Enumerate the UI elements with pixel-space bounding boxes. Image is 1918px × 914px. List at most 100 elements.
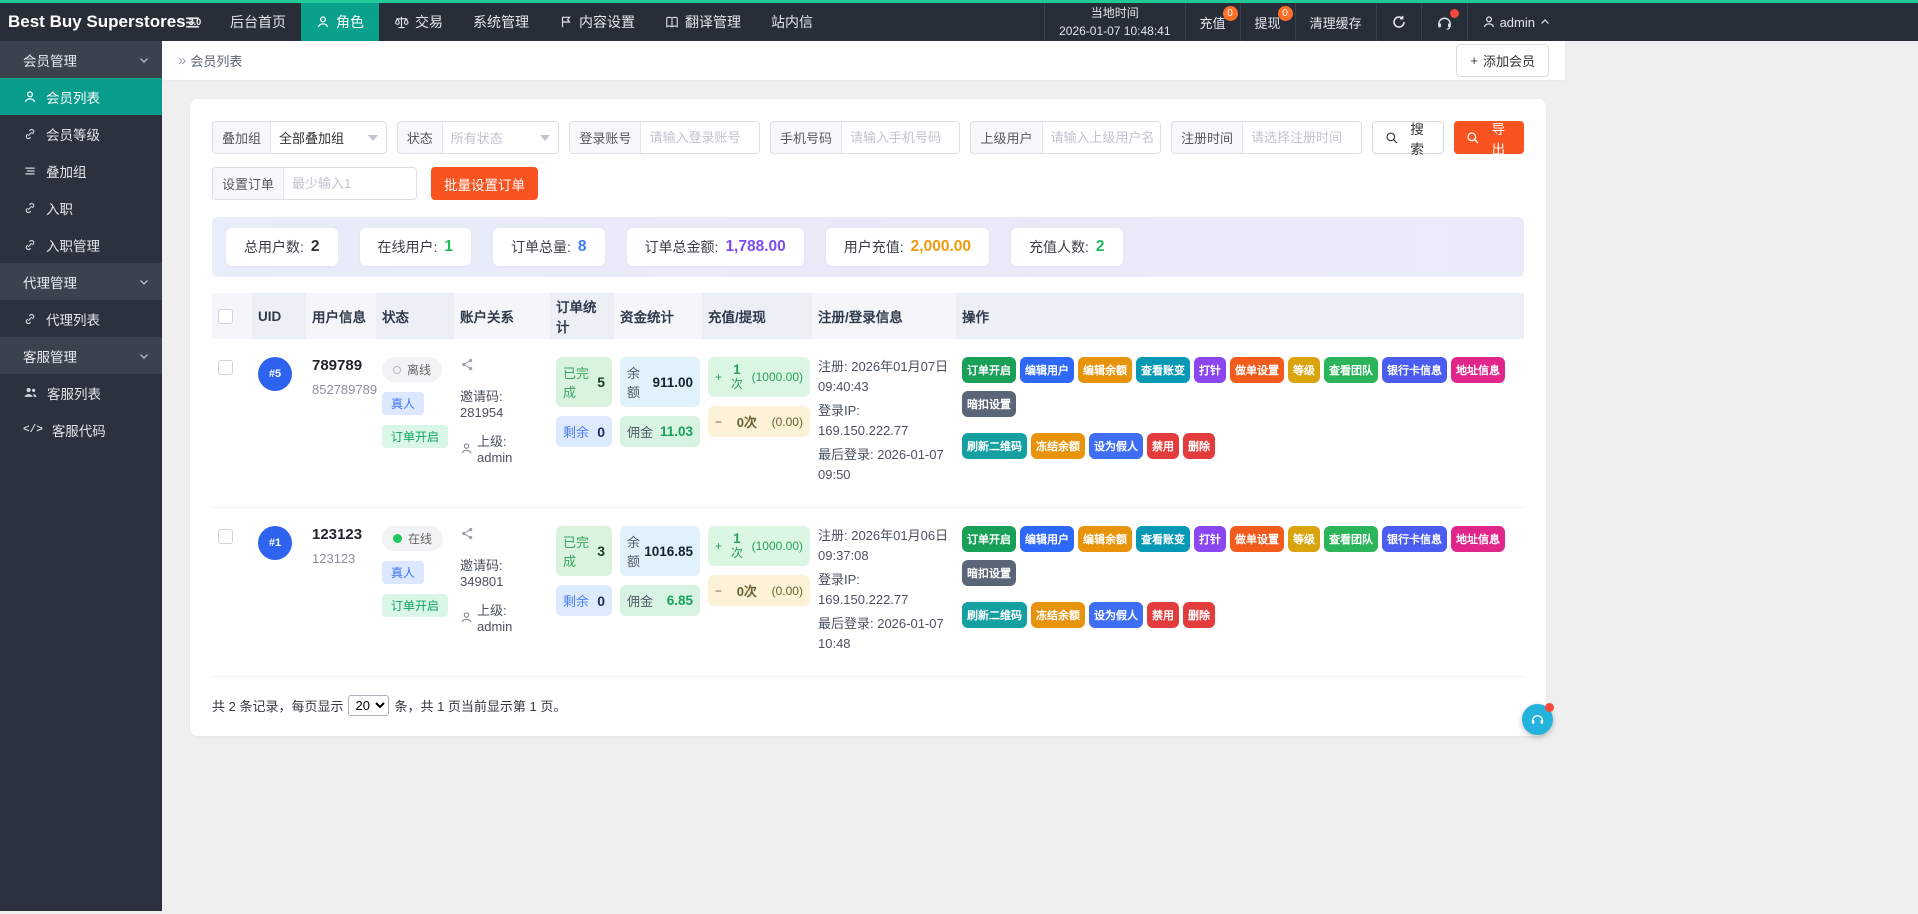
account-input[interactable] xyxy=(641,122,760,153)
withdraw-shortcut[interactable]: 提现 0 xyxy=(1240,3,1295,41)
order-count-input[interactable] xyxy=(284,168,416,199)
nav-item-translate[interactable]: 翻译管理 xyxy=(650,3,756,41)
sidebar-group-agents[interactable]: 代理管理 xyxy=(0,263,162,300)
floating-support-button[interactable] xyxy=(1522,704,1553,735)
add-member-button[interactable]: + 添加会员 xyxy=(1456,44,1549,77)
export-button[interactable]: 导 出 xyxy=(1454,121,1524,154)
sidebar-item-onboarding[interactable]: 入职 xyxy=(0,189,162,226)
row-action-button[interactable]: 地址信息 xyxy=(1451,526,1505,552)
filter-status: 状态 所有状态 xyxy=(397,121,560,154)
time-value: 2026-01-07 10:48:41 xyxy=(1059,22,1170,40)
user-menu[interactable]: admin xyxy=(1467,3,1565,41)
row-action-button[interactable]: 订单开启 xyxy=(962,526,1016,552)
sidebar-group-members[interactable]: 会员管理 xyxy=(0,41,162,78)
notification-dot xyxy=(1450,9,1459,18)
sidebar-item-onboarding-manage[interactable]: 入职管理 xyxy=(0,226,162,263)
row-action-button[interactable]: 暗扣设置 xyxy=(962,560,1016,586)
plus-icon: + xyxy=(715,539,722,553)
recharge-shortcut[interactable]: 充值 0 xyxy=(1185,3,1240,41)
status-badge: 离线 xyxy=(382,357,442,382)
page-size-select[interactable]: 20 xyxy=(348,695,389,716)
row-action-button[interactable]: 编辑余额 xyxy=(1078,357,1132,383)
header-actions: 操作 xyxy=(956,293,1524,339)
table-row: #1 123123 123123 在线 真人 订单开启 邀请码: 349 xyxy=(212,508,1524,677)
row-action-button[interactable]: 设为假人 xyxy=(1089,433,1143,459)
support-button[interactable] xyxy=(1421,3,1467,41)
row-action-button[interactable]: 订单开启 xyxy=(962,357,1016,383)
row-action-button[interactable]: 删除 xyxy=(1183,602,1215,628)
uid-badge: #5 xyxy=(258,357,292,391)
local-time: 当地时间 2026-01-07 10:48:41 xyxy=(1044,3,1184,41)
row-action-button[interactable]: 冻结余额 xyxy=(1031,602,1085,628)
share-icon[interactable] xyxy=(460,357,475,372)
row-actions: 订单开启编辑用户编辑余额查看账变打针做单设置等级查看团队银行卡信息地址信息暗扣设… xyxy=(956,357,1524,459)
header-uid: UID xyxy=(252,293,306,339)
commission-box: 佣金6.85 xyxy=(620,585,700,616)
row-action-button[interactable]: 编辑用户 xyxy=(1020,526,1074,552)
sidebar-item-agent-list[interactable]: 代理列表 xyxy=(0,300,162,337)
stats-band: 总用户数:2 在线用户:1 订单总量:8 订单总金额:1,788.00 用户充值… xyxy=(212,217,1524,277)
stack-group-select[interactable]: 全部叠加组 xyxy=(271,122,386,153)
filter-account: 登录账号 xyxy=(569,121,760,154)
row-action-button[interactable]: 刷新二维码 xyxy=(962,433,1027,459)
headset-icon xyxy=(1530,712,1545,727)
register-time-input[interactable] xyxy=(1243,122,1362,153)
pagination-suffix: 条，共 1 页当前显示第 1 页。 xyxy=(394,696,566,715)
row-action-button[interactable]: 设为假人 xyxy=(1089,602,1143,628)
list-icon xyxy=(23,164,37,178)
row-action-button[interactable]: 刷新二维码 xyxy=(962,602,1027,628)
users-icon xyxy=(23,385,38,400)
search-button[interactable]: 搜 索 xyxy=(1372,121,1444,154)
share-icon[interactable] xyxy=(460,526,475,541)
row-action-button[interactable]: 等级 xyxy=(1288,526,1320,552)
row-action-button[interactable]: 冻结余额 xyxy=(1031,433,1085,459)
row-action-button[interactable]: 地址信息 xyxy=(1451,357,1505,383)
batch-set-order-button[interactable]: 批量设置订单 xyxy=(431,167,538,200)
nav-item-dashboard[interactable]: 后台首页 xyxy=(215,3,301,41)
sidebar-item-stack-group[interactable]: 叠加组 xyxy=(0,152,162,189)
row-action-button[interactable]: 编辑用户 xyxy=(1020,357,1074,383)
filter-label: 注册时间 xyxy=(1172,122,1243,153)
row-action-button[interactable]: 编辑余额 xyxy=(1078,526,1132,552)
brand-text: Best Buy Superstores xyxy=(8,12,186,32)
filter-phone: 手机号码 xyxy=(770,121,961,154)
row-action-button[interactable]: 禁用 xyxy=(1147,602,1179,628)
nav-item-content[interactable]: 内容设置 xyxy=(544,3,650,41)
parent-user-input[interactable] xyxy=(1043,122,1162,153)
row-action-button[interactable]: 银行卡信息 xyxy=(1382,357,1447,383)
row-action-button[interactable]: 打针 xyxy=(1194,357,1226,383)
row-action-button[interactable]: 做单设置 xyxy=(1230,357,1284,383)
sidebar-item-support-code[interactable]: </> 客服代码 xyxy=(0,411,162,448)
status-select[interactable]: 所有状态 xyxy=(443,122,559,153)
refresh-button[interactable] xyxy=(1376,3,1421,41)
row-action-button[interactable]: 查看账变 xyxy=(1136,357,1190,383)
row-action-button[interactable]: 做单设置 xyxy=(1230,526,1284,552)
row-action-button[interactable]: 银行卡信息 xyxy=(1382,526,1447,552)
sidebar-item-member-list[interactable]: 会员列表 xyxy=(0,78,162,115)
row-action-button[interactable]: 暗扣设置 xyxy=(962,391,1016,417)
order-filter-row: 设置订单 批量设置订单 xyxy=(212,167,1524,200)
user-name: 789789 xyxy=(312,357,370,374)
row-action-button[interactable]: 禁用 xyxy=(1147,433,1179,459)
row-checkbox[interactable] xyxy=(218,360,233,375)
select-all-checkbox[interactable] xyxy=(218,309,233,324)
nav-item-trade[interactable]: 交易 xyxy=(379,3,458,41)
row-action-button[interactable]: 查看团队 xyxy=(1324,357,1378,383)
clear-cache-button[interactable]: 清理缓存 xyxy=(1295,3,1376,41)
sidebar-item-support-list[interactable]: 客服列表 xyxy=(0,374,162,411)
row-action-button[interactable]: 等级 xyxy=(1288,357,1320,383)
nav-item-system[interactable]: 系统管理 xyxy=(458,3,544,41)
row-checkbox[interactable] xyxy=(218,529,233,544)
sidebar-item-member-level[interactable]: 会员等级 xyxy=(0,115,162,152)
sidebar-group-support[interactable]: 客服管理 xyxy=(0,337,162,374)
row-action-button[interactable]: 删除 xyxy=(1183,433,1215,459)
phone-input[interactable] xyxy=(842,122,961,153)
nav-item-roles[interactable]: 角色 xyxy=(301,3,379,41)
offline-dot-icon xyxy=(393,366,401,374)
row-action-button[interactable]: 查看团队 xyxy=(1324,526,1378,552)
nav-item-messages[interactable]: 站内信 xyxy=(756,3,828,41)
row-action-button[interactable]: 打针 xyxy=(1194,526,1226,552)
sidebar-toggle-button[interactable] xyxy=(170,3,215,41)
stat-total-users: 总用户数:2 xyxy=(226,228,338,266)
row-action-button[interactable]: 查看账变 xyxy=(1136,526,1190,552)
